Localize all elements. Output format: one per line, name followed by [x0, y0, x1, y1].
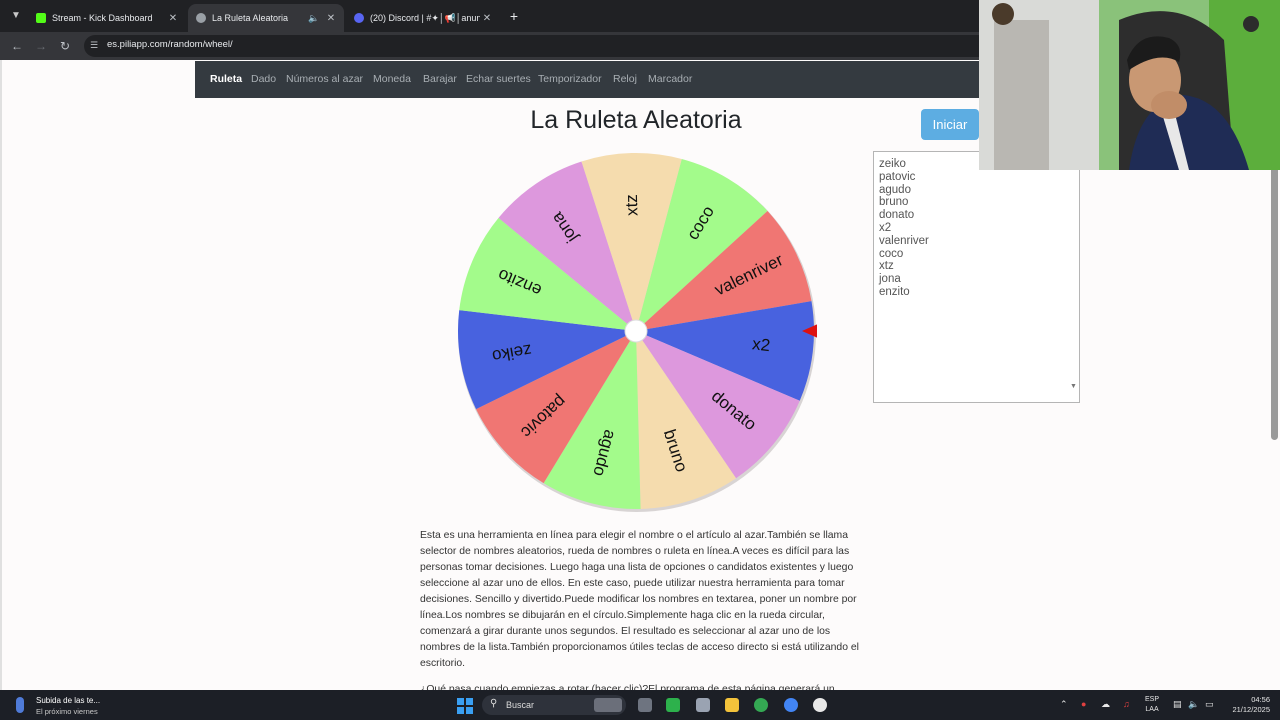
file-explorer-icon[interactable] — [725, 698, 739, 712]
battery-icon[interactable]: ▭ — [1205, 699, 1214, 710]
discord-icon — [354, 13, 364, 23]
wheel-segment-label: xtz — [622, 194, 642, 216]
chrome-profile-icon[interactable] — [784, 698, 798, 712]
notification-title: Subida de las te... — [36, 696, 101, 705]
tray-chevron-up-icon[interactable]: ⌃ — [1060, 699, 1068, 710]
globe-icon — [196, 13, 206, 23]
task-view-icon[interactable] — [638, 698, 652, 712]
tab-discord[interactable]: (20) Discord | #✦│📢│anuncio ✕ — [346, 4, 500, 32]
wifi-icon[interactable]: ▤ — [1173, 699, 1182, 710]
clock-time: 04:56 — [1251, 695, 1270, 704]
nav-temporizador[interactable]: Temporizador — [538, 73, 602, 85]
wheel-center-hub — [624, 319, 648, 343]
names-textarea[interactable] — [873, 151, 1080, 403]
search-icon: ⚲ — [490, 698, 498, 709]
tray-app-icon[interactable]: ● — [1081, 699, 1086, 709]
webcam-overlay — [979, 0, 1280, 170]
kick-icon — [36, 13, 46, 23]
wheel-segment-label: x2 — [751, 334, 771, 355]
keyboard-layout: LAA — [1145, 706, 1159, 713]
page-left-border — [0, 60, 2, 690]
back-arrow-icon[interactable]: ← — [8, 37, 26, 55]
close-icon[interactable]: ✕ — [480, 13, 494, 24]
forward-arrow-icon[interactable]: → — [32, 37, 50, 55]
address-url[interactable]: es.piliapp.com/random/wheel/ — [107, 39, 233, 50]
windows-taskbar: Subida de las te... El próximo viernes ⚲… — [0, 690, 1280, 720]
nav-echar-suertes[interactable]: Echar suertes — [466, 73, 531, 85]
nav-reloj[interactable]: Reloj — [613, 73, 637, 85]
mic-tray-icon[interactable]: ♫ — [1123, 699, 1130, 709]
notification-subtitle: El próximo viernes — [36, 707, 98, 716]
tab-ruleta[interactable]: La Ruleta Aleatoria 🔈 ✕ — [188, 4, 344, 32]
clock-date: 21/12/2025 — [1232, 705, 1270, 714]
tab-search-chevron-icon[interactable]: ▼ — [6, 7, 26, 25]
search-label: Buscar — [506, 700, 535, 710]
roulette-wheel[interactable]: coco valenriver x2 donato bruno agudo patovic z… — [455, 150, 820, 512]
widget-notification[interactable]: Subida de las te... El próximo viernes — [14, 694, 114, 716]
page-title: La Ruleta Aleatoria — [530, 106, 742, 134]
textarea-scroll-arrow-icon[interactable]: ▼ — [1070, 383, 1077, 390]
description-text: Esta es una herramienta en línea para el… — [420, 530, 859, 669]
network-icon[interactable]: ☁ — [1101, 699, 1110, 710]
speaker-icon[interactable]: 🔈 — [308, 13, 320, 24]
volume-icon[interactable]: 🔈 — [1188, 699, 1199, 710]
tab-title: Stream - Kick Dashboard — [52, 13, 153, 23]
language-code: ESP — [1145, 696, 1160, 703]
nav-ruleta[interactable]: Ruleta — [210, 73, 242, 85]
obs-icon[interactable] — [813, 698, 827, 712]
windows-start-icon[interactable] — [457, 698, 473, 714]
wheel-svg[interactable]: cocovalenriverx2donatobrunoagudopatovicz… — [455, 150, 820, 512]
app-icon[interactable] — [666, 698, 680, 712]
nav-moneda[interactable]: Moneda — [373, 73, 411, 85]
reload-icon[interactable]: ↻ — [56, 37, 74, 55]
tab-title: (20) Discord | #✦│📢│anuncio — [370, 12, 480, 23]
close-icon[interactable]: ✕ — [166, 13, 180, 24]
nav-marcador[interactable]: Marcador — [648, 73, 692, 85]
nav-barajar[interactable]: Barajar — [423, 73, 457, 85]
taskbar-search[interactable]: ⚲ Buscar — [482, 695, 626, 715]
close-icon[interactable]: ✕ — [324, 13, 338, 24]
tab-title: La Ruleta Aleatoria — [212, 13, 289, 23]
clock[interactable]: 04:56 21/12/2025 — [1226, 695, 1270, 715]
chrome-icon[interactable] — [754, 698, 768, 712]
tab-kick-dashboard[interactable]: Stream - Kick Dashboard ✕ — [28, 4, 186, 32]
site-navbar: Ruleta Dado Números al azar Moneda Baraj… — [195, 61, 985, 98]
new-tab-plus-icon[interactable]: + — [506, 7, 522, 25]
nav-dado[interactable]: Dado — [251, 73, 276, 85]
microphone-icon — [16, 697, 24, 713]
nav-numeros[interactable]: Números al azar — [286, 73, 363, 85]
description-more-text: ¿Qué pasa cuando empiezas a rotar (hacer… — [420, 684, 835, 690]
calculator-icon[interactable] — [696, 698, 710, 712]
search-highlight-image — [594, 698, 622, 712]
language-indicator[interactable]: ESP LAA — [1145, 695, 1159, 715]
start-button[interactable]: Iniciar — [921, 109, 979, 140]
site-info-icon[interactable]: ☰ — [90, 39, 102, 51]
